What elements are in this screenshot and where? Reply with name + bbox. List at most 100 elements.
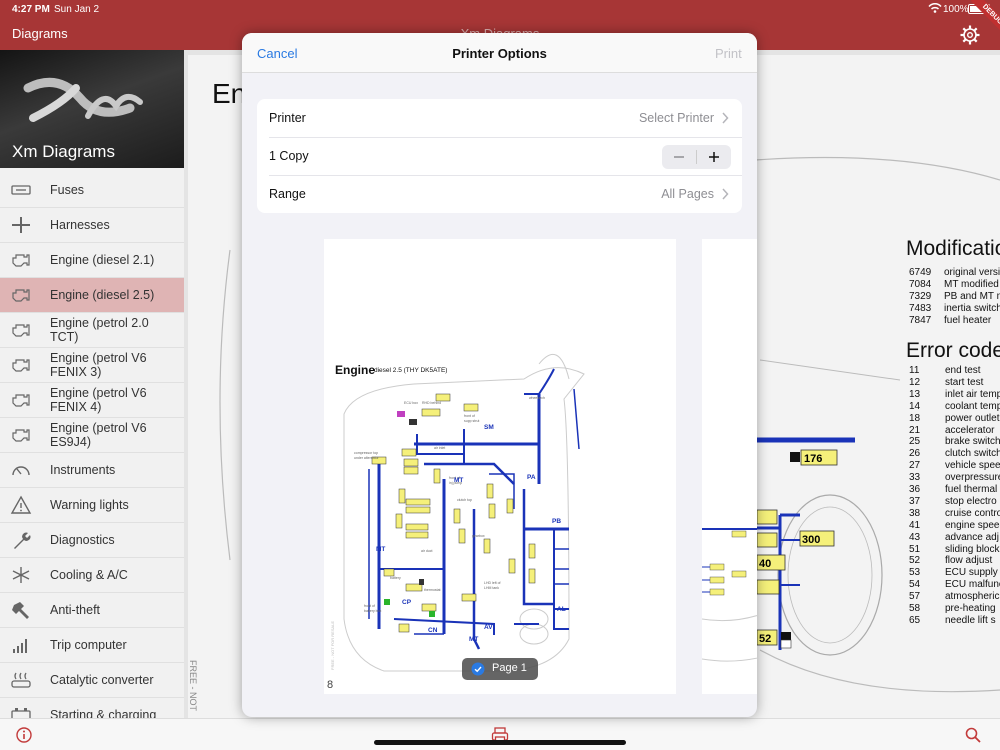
error-text: fuel thermal [945, 484, 998, 495]
error-code: 18 [909, 412, 921, 424]
increment-button[interactable] [697, 145, 731, 169]
fuse-icon [11, 185, 31, 195]
sidebar-item[interactable]: Catalytic converter [0, 663, 184, 698]
watermark: FREE - NOT [188, 660, 198, 711]
tag-300: 300 [802, 534, 820, 546]
chevron-right-icon [722, 188, 729, 200]
error-code-row: 54 ECU malfunc [909, 579, 1000, 591]
diagram-label: PA [527, 474, 536, 481]
error-code: 65 [909, 614, 921, 626]
sheet-title: Printer Options [452, 46, 547, 61]
debug-ribbon: DEBUG [965, 0, 1000, 35]
modification-code: 7084 [909, 279, 932, 290]
preview-subtitle: diesel 2.5 (THY DK5ATE) [374, 367, 448, 374]
sidebar-item[interactable]: Warning lights [0, 488, 184, 523]
home-indicator[interactable] [374, 740, 626, 745]
sidebar-item[interactable]: Engine (petrol 2.0 TCT) [0, 313, 184, 348]
error-code-row: 57 atmospheric [909, 591, 999, 603]
modification-row: 7329 PB and MT modified [909, 291, 1000, 303]
printer-value: Select Printer [638, 111, 714, 125]
svg-text:clutch top: clutch top [457, 498, 472, 502]
sidebar-item[interactable]: Instruments [0, 453, 184, 488]
range-row[interactable]: Range All Pages [257, 175, 742, 213]
error-code: 13 [909, 388, 921, 400]
svg-text:FREE - NOT FOR RESALE: FREE - NOT FOR RESALE [330, 621, 335, 670]
error-text: stop electro [945, 495, 997, 507]
sidebar-item-label: Engine (petrol 2.0 TCT) [50, 316, 149, 344]
error-code-row: 33 overpressure [909, 472, 1000, 484]
sidebar-heading: Xm Diagrams [12, 142, 115, 161]
info-icon[interactable] [16, 727, 32, 743]
modification-code: 7329 [909, 291, 932, 302]
error-code: 57 [909, 591, 921, 603]
svg-text:front of: front of [464, 414, 475, 418]
sidebar-item[interactable]: Engine (diesel 2.1) [0, 243, 184, 278]
tag-52: 52 [759, 633, 771, 645]
page-preview-1[interactable]: compressor top under alternator ECU box … [324, 239, 676, 694]
page-selected-badge[interactable]: Page 1 [462, 658, 538, 680]
error-text: atmospheric [945, 591, 1000, 603]
sidebar-item[interactable]: Engine (petrol V6 ES9J4) [0, 418, 184, 453]
sidebar-item[interactable]: Starting & charging [0, 698, 184, 718]
sidebar-item[interactable]: Diagnostics [0, 523, 184, 558]
error-code: 11 [909, 365, 920, 376]
sidebar-item[interactable]: Trip computer [0, 628, 184, 663]
sidebar-item-label: Engine (petrol V6 ES9J4) [50, 421, 147, 449]
cancel-button[interactable]: Cancel [257, 46, 297, 61]
wrench-icon [14, 532, 31, 549]
error-code-row: 26 clutch switch [909, 448, 1000, 460]
error-code: 33 [909, 472, 921, 484]
error-code-row: 12 start test [909, 377, 983, 389]
printer-row[interactable]: Printer Select Printer [257, 99, 742, 137]
modifications-title: Modifications [906, 237, 1000, 260]
checkmark-circle-icon [471, 662, 485, 676]
copies-stepper[interactable] [662, 145, 731, 169]
error-code-row: 65 needle lift s [909, 615, 996, 627]
sidebar-item[interactable]: Fuses [0, 173, 184, 208]
sidebar-item[interactable]: Harnesses [0, 208, 184, 243]
error-code: 41 [909, 519, 921, 531]
sidebar-item-label: Catalytic converter [50, 673, 154, 687]
error-code-row: 36 fuel thermal [909, 484, 997, 496]
sidebar-item-label: Instruments [50, 463, 116, 477]
decrement-button[interactable] [662, 145, 696, 169]
error-code: 53 [909, 567, 921, 579]
sidebar-item-label: Harnesses [50, 218, 110, 232]
sidebar-item[interactable]: Engine (diesel 2.5) [0, 278, 184, 313]
gauge-icon [12, 466, 30, 476]
error-code-row: 25 brake switch [909, 436, 1000, 448]
sidebar-item[interactable]: Anti-theft [0, 593, 184, 628]
page-preview-2[interactable] [701, 239, 757, 694]
sidebar-item[interactable]: Engine (petrol V6 FENIX 4) [0, 383, 184, 418]
sidebar-item[interactable]: Cooling & A/C [0, 558, 184, 593]
sidebar: Xm Diagrams Fuses Harnesses Engine (diesel… [0, 50, 184, 718]
error-code-row: 11 end test [909, 365, 981, 377]
error-code-row: 14 coolant temp [909, 401, 1000, 413]
print-button[interactable]: Print [715, 46, 742, 61]
modification-code: 6749 [909, 267, 932, 278]
engine-icon [12, 429, 30, 442]
error-code: 14 [909, 400, 921, 412]
error-code-row: 18 power outlet [909, 413, 999, 425]
xm-logo [23, 77, 143, 122]
copies-row: 1 Copy [257, 137, 742, 175]
sidebar-item[interactable]: Engine (petrol V6 FENIX 3) [0, 348, 184, 383]
error-code-row: 43 advance adj [909, 532, 999, 544]
search-icon[interactable] [965, 727, 981, 743]
error-code-row: 38 cruise control [909, 508, 1000, 520]
signal-icon [13, 639, 27, 653]
modification-row: 7483 inertia switch [909, 303, 1000, 315]
modification-text: fuel heater [944, 315, 992, 326]
error-text: pre-heating [945, 603, 996, 614]
error-code: 26 [909, 448, 921, 460]
diagram-label: AL [557, 606, 566, 613]
engine-icon [12, 324, 30, 337]
snowflake-icon [12, 567, 30, 583]
bottom-toolbar [0, 718, 1000, 750]
printer-options-sheet: Printer Options Cancel Print Printer Sel… [242, 33, 757, 717]
error-code: 38 [909, 507, 921, 519]
svg-text:air duct: air duct [421, 549, 433, 553]
error-text: flow adjust [945, 555, 993, 567]
diagram-label: CP [402, 599, 412, 606]
debug-label: DEBUG [970, 0, 1000, 35]
